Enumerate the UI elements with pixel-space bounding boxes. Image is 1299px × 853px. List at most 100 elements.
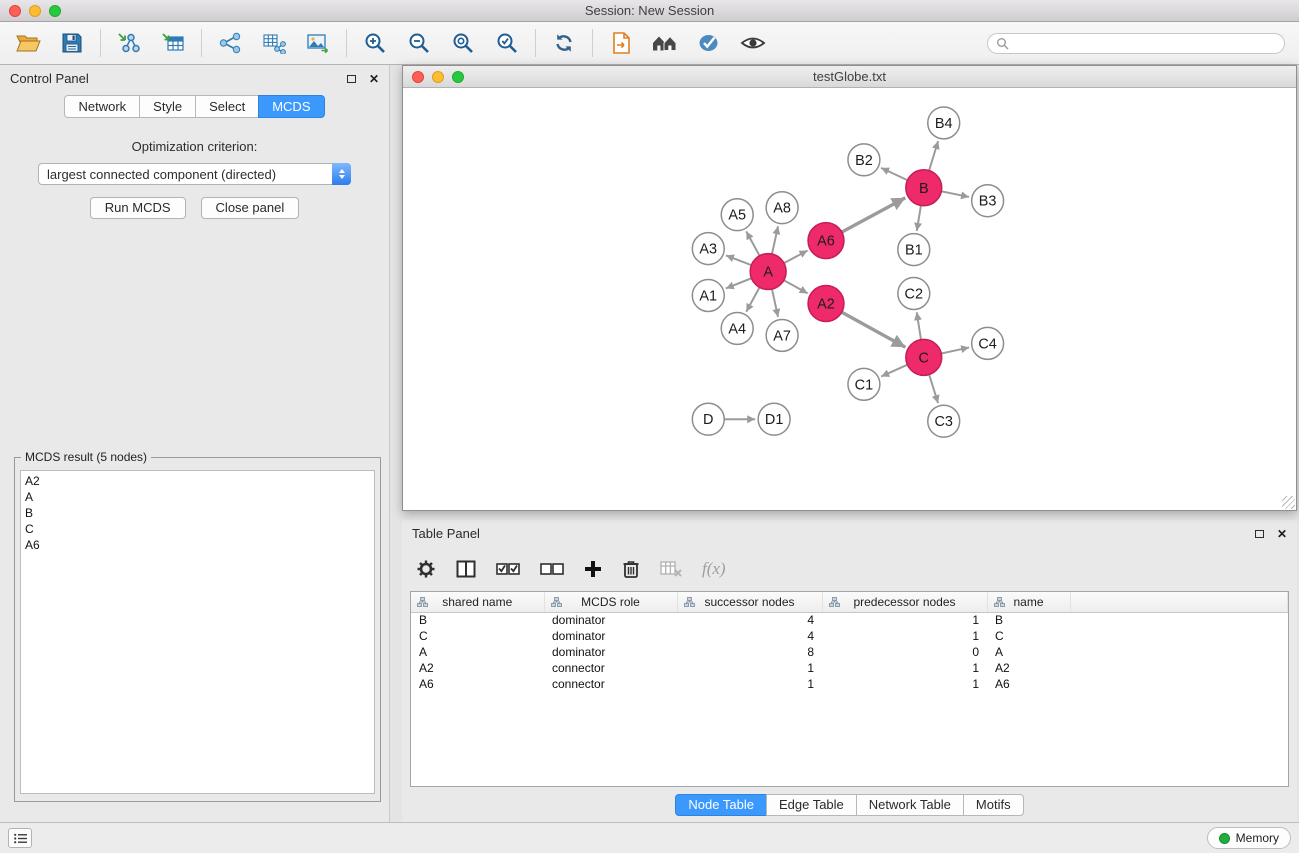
export-image-button[interactable] xyxy=(300,26,336,60)
mcds-result-item[interactable]: B xyxy=(25,505,370,521)
task-history-button[interactable] xyxy=(8,828,32,848)
column-header-predecessor-nodes[interactable]: predecessor nodes xyxy=(822,592,987,612)
table-cell[interactable]: 1 xyxy=(822,612,987,628)
table-cell[interactable]: 1 xyxy=(822,676,987,692)
save-session-button[interactable] xyxy=(54,26,90,60)
graph-node-C[interactable]: C xyxy=(906,339,942,375)
open-session-button[interactable] xyxy=(10,26,46,60)
tab-style[interactable]: Style xyxy=(139,95,196,118)
run-mcds-button[interactable]: Run MCDS xyxy=(90,197,186,219)
float-table-panel-icon[interactable] xyxy=(1255,530,1264,538)
function-builder-button[interactable]: f(x) xyxy=(702,555,726,583)
column-header-successor-nodes[interactable]: successor nodes xyxy=(677,592,822,612)
unselect-all-button[interactable] xyxy=(540,555,564,583)
graph-node-A8[interactable]: A8 xyxy=(766,192,798,224)
add-button[interactable] xyxy=(584,555,602,583)
graph-node-B1[interactable]: B1 xyxy=(898,234,930,266)
close-table-panel-icon[interactable]: ✕ xyxy=(1277,528,1287,540)
table-cell[interactable]: A2 xyxy=(987,660,1070,676)
table-row[interactable]: Cdominator41C xyxy=(411,628,1288,644)
table-cell[interactable]: C xyxy=(411,628,544,644)
table-cell[interactable]: 4 xyxy=(677,628,822,644)
tab-network[interactable]: Network xyxy=(64,95,140,118)
table-cell[interactable]: dominator xyxy=(544,644,677,660)
tab-edge-table[interactable]: Edge Table xyxy=(766,794,857,816)
zoom-in-button[interactable] xyxy=(357,26,393,60)
close-panel-icon[interactable]: ✕ xyxy=(369,73,379,85)
column-header-name[interactable]: name xyxy=(987,592,1070,612)
tab-node-table[interactable]: Node Table xyxy=(675,794,767,816)
tab-motifs[interactable]: Motifs xyxy=(963,794,1024,816)
import-network-file-button[interactable] xyxy=(111,26,147,60)
table-row[interactable]: A6connector11A6 xyxy=(411,676,1288,692)
table-cell[interactable]: 1 xyxy=(677,676,822,692)
graph-node-A[interactable]: A xyxy=(750,254,786,290)
table-cell[interactable]: 1 xyxy=(822,628,987,644)
table-cell[interactable]: A6 xyxy=(987,676,1070,692)
table-settings-button[interactable] xyxy=(416,555,436,583)
mcds-result-item[interactable]: A xyxy=(25,489,370,505)
graph-node-C4[interactable]: C4 xyxy=(972,327,1004,359)
home-button[interactable] xyxy=(647,26,683,60)
close-panel-button[interactable]: Close panel xyxy=(201,197,300,219)
table-cell[interactable]: A xyxy=(411,644,544,660)
table-cell[interactable]: A6 xyxy=(411,676,544,692)
mcds-result-item[interactable]: C xyxy=(25,521,370,537)
table-cell[interactable]: B xyxy=(987,612,1070,628)
node-table-container[interactable]: shared nameMCDS rolesuccessor nodesprede… xyxy=(410,591,1289,787)
show-details-button[interactable] xyxy=(691,26,727,60)
network-graph[interactable]: B4B2BB3A8A5A6B1A3AC2A1A2A4A7C4CC1C3DD1 xyxy=(403,88,1296,510)
refresh-button[interactable] xyxy=(546,26,582,60)
table-cell[interactable]: 1 xyxy=(822,660,987,676)
graph-node-A4[interactable]: A4 xyxy=(721,312,753,344)
panel-splitter[interactable] xyxy=(390,65,402,822)
criterion-dropdown[interactable]: largest connected component (directed) xyxy=(38,163,351,185)
zoom-selected-button[interactable] xyxy=(489,26,525,60)
network-zoom-button[interactable] xyxy=(452,71,464,83)
graph-node-C3[interactable]: C3 xyxy=(928,405,960,437)
network-close-button[interactable] xyxy=(412,71,424,83)
table-cell[interactable]: dominator xyxy=(544,612,677,628)
column-header-mcds-role[interactable]: MCDS role xyxy=(544,592,677,612)
table-cell[interactable]: A xyxy=(987,644,1070,660)
mcds-result-item[interactable]: A6 xyxy=(25,537,370,553)
show-hide-button[interactable] xyxy=(735,26,771,60)
column-header-shared-name[interactable]: shared name xyxy=(411,592,544,612)
graph-node-D[interactable]: D xyxy=(692,403,724,435)
graph-node-A6[interactable]: A6 xyxy=(808,223,844,259)
table-row[interactable]: Adominator80A xyxy=(411,644,1288,660)
graph-node-A3[interactable]: A3 xyxy=(692,233,724,265)
network-minimize-button[interactable] xyxy=(432,71,444,83)
mcds-result-list[interactable]: A2ABCA6 xyxy=(20,470,375,794)
graph-node-C1[interactable]: C1 xyxy=(848,368,880,400)
table-cell[interactable]: 8 xyxy=(677,644,822,660)
table-row[interactable]: A2connector11A2 xyxy=(411,660,1288,676)
select-all-button[interactable] xyxy=(496,555,520,583)
table-cell[interactable]: B xyxy=(411,612,544,628)
memory-button[interactable]: Memory xyxy=(1207,827,1291,849)
show-columns-button[interactable] xyxy=(456,555,476,583)
zoom-fit-button[interactable] xyxy=(445,26,481,60)
graph-node-B2[interactable]: B2 xyxy=(848,144,880,176)
tab-select[interactable]: Select xyxy=(195,95,259,118)
close-window-button[interactable] xyxy=(9,5,21,17)
table-cell[interactable]: 1 xyxy=(677,660,822,676)
table-row[interactable]: Bdominator41B xyxy=(411,612,1288,628)
search-input[interactable] xyxy=(1014,36,1276,50)
table-cell[interactable]: dominator xyxy=(544,628,677,644)
graph-node-B[interactable]: B xyxy=(906,170,942,206)
open-document-button[interactable] xyxy=(603,26,639,60)
graph-node-D1[interactable]: D1 xyxy=(758,403,790,435)
graph-node-B3[interactable]: B3 xyxy=(972,185,1004,217)
mcds-result-item[interactable]: A2 xyxy=(25,473,370,489)
table-cell[interactable]: 0 xyxy=(822,644,987,660)
tab-mcds[interactable]: MCDS xyxy=(258,95,324,118)
delete-table-button[interactable] xyxy=(660,555,682,583)
network-canvas[interactable]: B4B2BB3A8A5A6B1A3AC2A1A2A4A7C4CC1C3DD1 xyxy=(403,88,1296,510)
graph-node-A2[interactable]: A2 xyxy=(808,286,844,322)
table-cell[interactable]: A2 xyxy=(411,660,544,676)
graph-node-C2[interactable]: C2 xyxy=(898,278,930,310)
search-box[interactable] xyxy=(987,33,1285,54)
zoom-window-button[interactable] xyxy=(49,5,61,17)
delete-button[interactable] xyxy=(622,555,640,583)
